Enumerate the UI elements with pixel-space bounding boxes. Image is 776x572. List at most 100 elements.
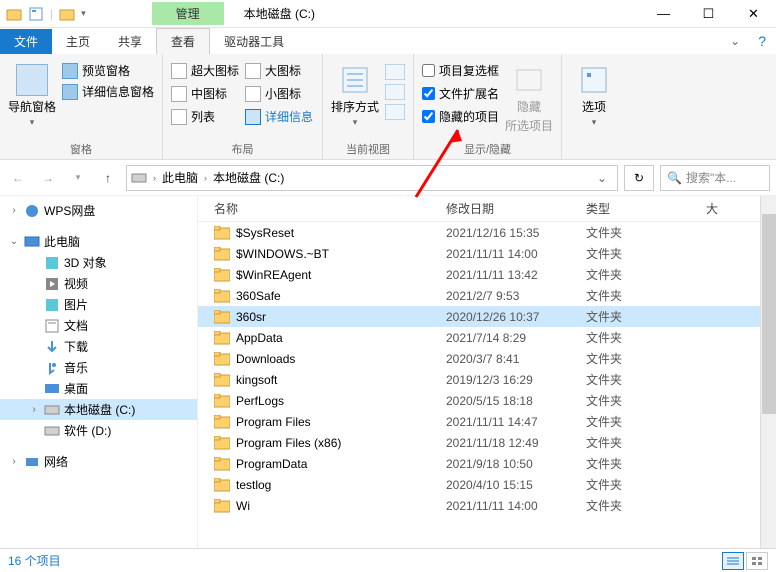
folder-qat-icon[interactable] (59, 6, 75, 22)
view-details-toggle[interactable] (722, 552, 744, 570)
tree-this-pc[interactable]: ⌄此电脑 (0, 231, 197, 252)
file-row[interactable]: $WinREAgent 2021/11/11 13:42 文件夹 (198, 264, 776, 285)
tree-item[interactable]: 桌面 (0, 378, 197, 399)
hide-selected-button[interactable]: 隐藏 所选项目 (505, 58, 553, 134)
file-row[interactable]: kingsoft 2019/12/3 16:29 文件夹 (198, 369, 776, 390)
file-name: Downloads (236, 352, 295, 366)
search-icon: 🔍 (667, 171, 682, 185)
search-input[interactable]: 🔍 搜索"本... (660, 165, 770, 191)
options-button[interactable]: 选项 ▾ (570, 58, 618, 128)
file-date: 2021/7/14 8:29 (446, 331, 586, 345)
file-name: Program Files (x86) (236, 436, 341, 450)
nav-back[interactable]: ← (6, 166, 30, 190)
folder-icon (214, 457, 230, 471)
file-type: 文件夹 (586, 266, 706, 283)
col-date[interactable]: 修改日期 (446, 200, 586, 217)
sort-button[interactable]: 排序方式 ▾ (331, 58, 379, 128)
file-row[interactable]: ProgramData 2021/9/18 10:50 文件夹 (198, 453, 776, 474)
layout-list[interactable]: 列表 (171, 108, 239, 125)
tab-drive-tools[interactable]: 驱动器工具 (210, 29, 298, 54)
col-type[interactable]: 类型 (586, 200, 706, 217)
hidden-items-toggle[interactable]: 隐藏的项目 (422, 108, 499, 125)
file-row[interactable]: PerfLogs 2020/5/15 18:18 文件夹 (198, 390, 776, 411)
tree-wps[interactable]: ›WPS网盘 (0, 200, 197, 221)
file-row[interactable]: Program Files 2021/11/11 14:47 文件夹 (198, 411, 776, 432)
tree-item[interactable]: 图片 (0, 294, 197, 315)
qat-overflow[interactable]: ▾ (81, 8, 86, 19)
tab-home[interactable]: 主页 (52, 29, 104, 54)
ribbon-group-layout: 超大图标 中图标 列表 大图标 小图标 详细信息 布局 (163, 54, 323, 159)
file-type: 文件夹 (586, 224, 706, 241)
file-type: 文件夹 (586, 308, 706, 325)
view-icons-toggle[interactable] (746, 552, 768, 570)
file-row[interactable]: AppData 2021/7/14 8:29 文件夹 (198, 327, 776, 348)
nav-up[interactable]: ↑ (96, 166, 120, 190)
layout-small[interactable]: 小图标 (245, 85, 313, 102)
tree-item[interactable]: 软件 (D:) (0, 420, 197, 441)
tree-item[interactable]: 文档 (0, 315, 197, 336)
properties-icon[interactable] (28, 6, 44, 22)
file-type: 文件夹 (586, 287, 706, 304)
address-bar-row: ← → ▾ ↑ › 此电脑 › 本地磁盘 (C:) ⌄ ↻ 🔍 搜索"本... (0, 160, 776, 196)
tree-item[interactable]: › 本地磁盘 (C:) (0, 399, 197, 420)
file-name: ProgramData (236, 457, 307, 471)
file-type: 文件夹 (586, 455, 706, 472)
tree-item[interactable]: 音乐 (0, 357, 197, 378)
file-row[interactable]: $SysReset 2021/12/16 15:35 文件夹 (198, 222, 776, 243)
address-bar[interactable]: › 此电脑 › 本地磁盘 (C:) ⌄ (126, 165, 618, 191)
details-pane-button[interactable]: 详细信息窗格 (62, 83, 154, 100)
tab-view[interactable]: 查看 (156, 28, 210, 54)
file-row[interactable]: 360Safe 2021/2/7 9:53 文件夹 (198, 285, 776, 306)
breadcrumb-chevron[interactable]: › (202, 173, 209, 183)
file-date: 2021/11/11 14:47 (446, 415, 586, 429)
address-dropdown[interactable]: ⌄ (591, 171, 613, 185)
item-checkboxes-toggle[interactable]: 项目复选框 (422, 62, 499, 79)
close-button[interactable]: ✕ (731, 0, 776, 28)
columns-icon[interactable] (385, 64, 405, 80)
tree-item[interactable]: 3D 对象 (0, 252, 197, 273)
maximize-button[interactable]: ☐ (686, 0, 731, 28)
folder-icon (214, 436, 230, 450)
layout-medium[interactable]: 中图标 (171, 85, 239, 102)
file-type: 文件夹 (586, 497, 706, 514)
file-row[interactable]: 360sr 2020/12/26 10:37 文件夹 (198, 306, 776, 327)
help-icon[interactable]: ? (748, 33, 776, 49)
layout-details[interactable]: 详细信息 (245, 108, 313, 125)
file-row[interactable]: Program Files (x86) 2021/11/18 12:49 文件夹 (198, 432, 776, 453)
layout-xl[interactable]: 超大图标 (171, 62, 239, 79)
tree-item-icon (44, 255, 60, 271)
breadcrumb-pc[interactable]: 此电脑 (162, 169, 198, 186)
layout-large[interactable]: 大图标 (245, 62, 313, 79)
minimize-button[interactable]: — (641, 0, 686, 28)
tree-network[interactable]: ›网络 (0, 451, 197, 472)
file-row[interactable]: Wi 2021/11/11 14:00 文件夹 (198, 495, 776, 516)
size-columns-icon[interactable] (385, 104, 405, 120)
ribbon-layout-label: 布局 (171, 139, 314, 157)
nav-pane-button[interactable]: 导航窗格 ▾ (8, 58, 56, 128)
preview-pane-button[interactable]: 预览窗格 (62, 62, 154, 79)
nav-recent[interactable]: ▾ (66, 166, 90, 190)
qat-divider: | (50, 7, 53, 21)
file-row[interactable]: Downloads 2020/3/7 8:41 文件夹 (198, 348, 776, 369)
tab-share[interactable]: 共享 (104, 29, 156, 54)
nav-forward[interactable]: → (36, 166, 60, 190)
nav-sidebar: ›WPS网盘 ⌄此电脑 3D 对象 视频 图片 文档 下载 (0, 196, 198, 548)
tree-item-icon (44, 423, 60, 439)
folder-icon (214, 268, 230, 282)
contextual-tab-tools: 管理 (152, 2, 224, 25)
file-row[interactable]: testlog 2020/4/10 15:15 文件夹 (198, 474, 776, 495)
file-ext-toggle[interactable]: 文件扩展名 (422, 85, 499, 102)
ribbon-collapse[interactable]: ⌄ (722, 34, 748, 48)
tree-item[interactable]: 视频 (0, 273, 197, 294)
vertical-scrollbar[interactable] (760, 196, 776, 548)
file-date: 2021/11/18 12:49 (446, 436, 586, 450)
tab-file[interactable]: 文件 (0, 29, 52, 54)
refresh-button[interactable]: ↻ (624, 165, 654, 191)
group-icon[interactable] (385, 84, 405, 100)
breadcrumb-drive[interactable]: 本地磁盘 (C:) (213, 169, 284, 186)
tree-item[interactable]: 下载 (0, 336, 197, 357)
file-name: testlog (236, 478, 271, 492)
col-name[interactable]: 名称 (198, 200, 446, 217)
file-row[interactable]: $WINDOWS.~BT 2021/11/11 14:00 文件夹 (198, 243, 776, 264)
breadcrumb-chevron[interactable]: › (151, 173, 158, 183)
